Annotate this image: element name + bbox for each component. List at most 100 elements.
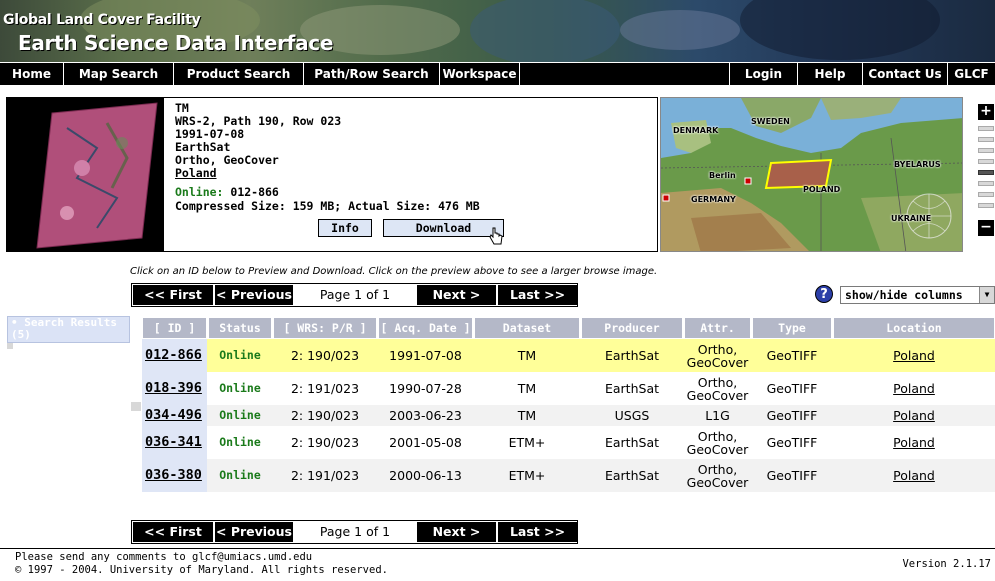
map-label-denmark: DENMARK bbox=[673, 126, 719, 135]
table-row[interactable]: 034-496 Online 2: 190/023 2003-06-23 TM … bbox=[142, 405, 995, 426]
zoom-level-6[interactable] bbox=[978, 181, 994, 186]
detail-location-link[interactable]: Poland bbox=[175, 167, 217, 180]
pager-top: << First < Previous Page 1 of 1 Next > L… bbox=[131, 283, 578, 307]
nav-home[interactable]: Home bbox=[0, 63, 63, 85]
row-wrs: 2: 191/023 bbox=[290, 468, 360, 483]
row-id-link[interactable]: 018-396 bbox=[142, 372, 207, 405]
row-location-link[interactable]: Poland bbox=[833, 426, 995, 459]
zoom-level-1[interactable] bbox=[978, 126, 994, 131]
zoom-out-button[interactable]: − bbox=[978, 220, 994, 236]
zoom-level-2[interactable] bbox=[978, 137, 994, 142]
row-date: 2001-05-08 bbox=[389, 435, 462, 450]
banner: Global Land Cover Facility Earth Science… bbox=[0, 0, 995, 62]
map-label-sweden: SWEDEN bbox=[751, 117, 790, 126]
row-location-link[interactable]: Poland bbox=[833, 339, 995, 372]
row-attr: Ortho, GeoCover bbox=[686, 341, 749, 370]
row-location-link[interactable]: Poland bbox=[833, 459, 995, 492]
row-location-link[interactable]: Poland bbox=[833, 405, 995, 426]
row-attr: Ortho, GeoCover bbox=[686, 461, 749, 490]
row-location-link[interactable]: Poland bbox=[833, 372, 995, 405]
row-wrs: 2: 190/023 bbox=[290, 408, 360, 423]
zoom-level-4[interactable] bbox=[978, 159, 994, 164]
row-status: Online bbox=[219, 468, 261, 482]
zoom-level-7[interactable] bbox=[978, 192, 994, 197]
location-map[interactable]: SWEDEN DENMARK Berlin POLAND GERMANY BYE… bbox=[660, 97, 963, 252]
search-results-panel[interactable]: • Search Results (5) bbox=[7, 316, 130, 343]
show-hide-columns-select[interactable]: show/hide columns ▼ bbox=[840, 286, 995, 304]
column-header-attr: Attr. bbox=[684, 317, 751, 339]
row-dataset: TM bbox=[517, 381, 537, 396]
main-nav: Home Map Search Product Search Path/Row … bbox=[0, 63, 995, 85]
pager-first-button[interactable]: << First bbox=[133, 285, 213, 305]
map-label-ukraine: UKRAINE bbox=[891, 214, 932, 223]
row-id-link[interactable]: 034-496 bbox=[142, 405, 207, 426]
scene-preview-thumbnail[interactable] bbox=[7, 98, 164, 251]
row-dataset: ETM+ bbox=[508, 468, 546, 483]
table-row[interactable]: 018-396 Online 2: 191/023 1990-07-28 TM … bbox=[142, 372, 995, 405]
info-button[interactable]: Info bbox=[318, 219, 372, 237]
nav-login[interactable]: Login bbox=[729, 63, 797, 85]
row-producer: EarthSat bbox=[604, 348, 660, 363]
row-date: 1990-07-28 bbox=[389, 381, 462, 396]
column-header-id[interactable]: [ ID ] bbox=[142, 317, 207, 339]
table-row[interactable]: 012-866 Online 2: 190/023 1991-07-08 TM … bbox=[142, 339, 995, 372]
nav-help[interactable]: Help bbox=[797, 63, 862, 85]
row-type: GeoTIFF bbox=[766, 348, 818, 363]
zoom-level-current[interactable] bbox=[978, 170, 994, 175]
online-label: Online: bbox=[175, 185, 224, 199]
zoom-level-3[interactable] bbox=[978, 148, 994, 153]
pager-previous-button[interactable]: < Previous bbox=[215, 285, 293, 305]
pager-bottom: << First < Previous Page 1 of 1 Next > L… bbox=[131, 520, 578, 544]
search-results-count: (5) bbox=[11, 328, 31, 341]
column-header-producer: Producer bbox=[581, 317, 683, 339]
nav-glcf[interactable]: GLCF bbox=[947, 63, 995, 85]
nav-workspace[interactable]: Workspace bbox=[439, 63, 519, 85]
pager-first-button[interactable]: << First bbox=[133, 522, 213, 542]
row-date: 2000-06-13 bbox=[389, 468, 462, 483]
row-id-link[interactable]: 036-341 bbox=[142, 426, 207, 459]
table-row[interactable]: 036-341 Online 2: 190/023 2001-05-08 ETM… bbox=[142, 426, 995, 459]
instruction-text: Click on an ID below to Preview and Down… bbox=[130, 266, 658, 277]
side-marker bbox=[7, 343, 13, 349]
row-id-link[interactable]: 012-866 bbox=[142, 339, 207, 372]
download-button[interactable]: Download bbox=[383, 219, 504, 237]
online-id: 012-866 bbox=[223, 185, 279, 199]
chevron-down-icon[interactable]: ▼ bbox=[979, 287, 994, 303]
pager-last-button[interactable]: Last >> bbox=[498, 285, 577, 305]
row-dataset: TM bbox=[517, 408, 537, 423]
column-header-acq-date[interactable]: [ Acq. Date ] bbox=[378, 317, 473, 339]
row-dataset: ETM+ bbox=[508, 435, 546, 450]
zoom-level-8[interactable] bbox=[978, 203, 994, 208]
row-producer: USGS bbox=[614, 408, 650, 423]
nav-map-search[interactable]: Map Search bbox=[63, 63, 173, 85]
column-header-type: Type bbox=[752, 317, 832, 339]
column-header-location: Location bbox=[833, 317, 995, 339]
row-date: 1991-07-08 bbox=[389, 348, 462, 363]
pager-page-indicator: Page 1 of 1 bbox=[293, 522, 417, 542]
pager-previous-button[interactable]: < Previous bbox=[215, 522, 293, 542]
row-dataset: TM bbox=[517, 348, 537, 363]
hand-cursor-icon bbox=[489, 227, 503, 245]
row-id-link[interactable]: 036-380 bbox=[142, 459, 207, 492]
help-icon[interactable]: ? bbox=[815, 285, 833, 303]
detail-size: Compressed Size: 159 MB; Actual Size: 47… bbox=[175, 199, 480, 213]
row-attr: L1G bbox=[705, 408, 730, 423]
row-wrs: 2: 191/023 bbox=[290, 381, 360, 396]
row-type: GeoTIFF bbox=[766, 381, 818, 396]
banner-title-large: Earth Science Data Interface bbox=[18, 31, 334, 55]
pager-next-button[interactable]: Next > bbox=[417, 285, 496, 305]
row-producer: EarthSat bbox=[604, 468, 660, 483]
column-header-status: Status bbox=[208, 317, 272, 339]
column-header-wrs[interactable]: [ WRS: P/R ] bbox=[273, 317, 377, 339]
version-label: Version 2.1.17 bbox=[902, 558, 991, 570]
pager-last-button[interactable]: Last >> bbox=[498, 522, 577, 542]
zoom-in-button[interactable]: + bbox=[978, 104, 994, 120]
pager-next-button[interactable]: Next > bbox=[417, 522, 496, 542]
row-wrs: 2: 190/023 bbox=[290, 435, 360, 450]
nav-path-row-search[interactable]: Path/Row Search bbox=[303, 63, 439, 85]
row-attr: Ortho, GeoCover bbox=[686, 374, 749, 403]
footer-copyright: © 1997 - 2004. University of Maryland. A… bbox=[15, 564, 388, 576]
nav-contact-us[interactable]: Contact Us bbox=[862, 63, 947, 85]
table-row[interactable]: 036-380 Online 2: 191/023 2000-06-13 ETM… bbox=[142, 459, 995, 492]
nav-product-search[interactable]: Product Search bbox=[173, 63, 303, 85]
